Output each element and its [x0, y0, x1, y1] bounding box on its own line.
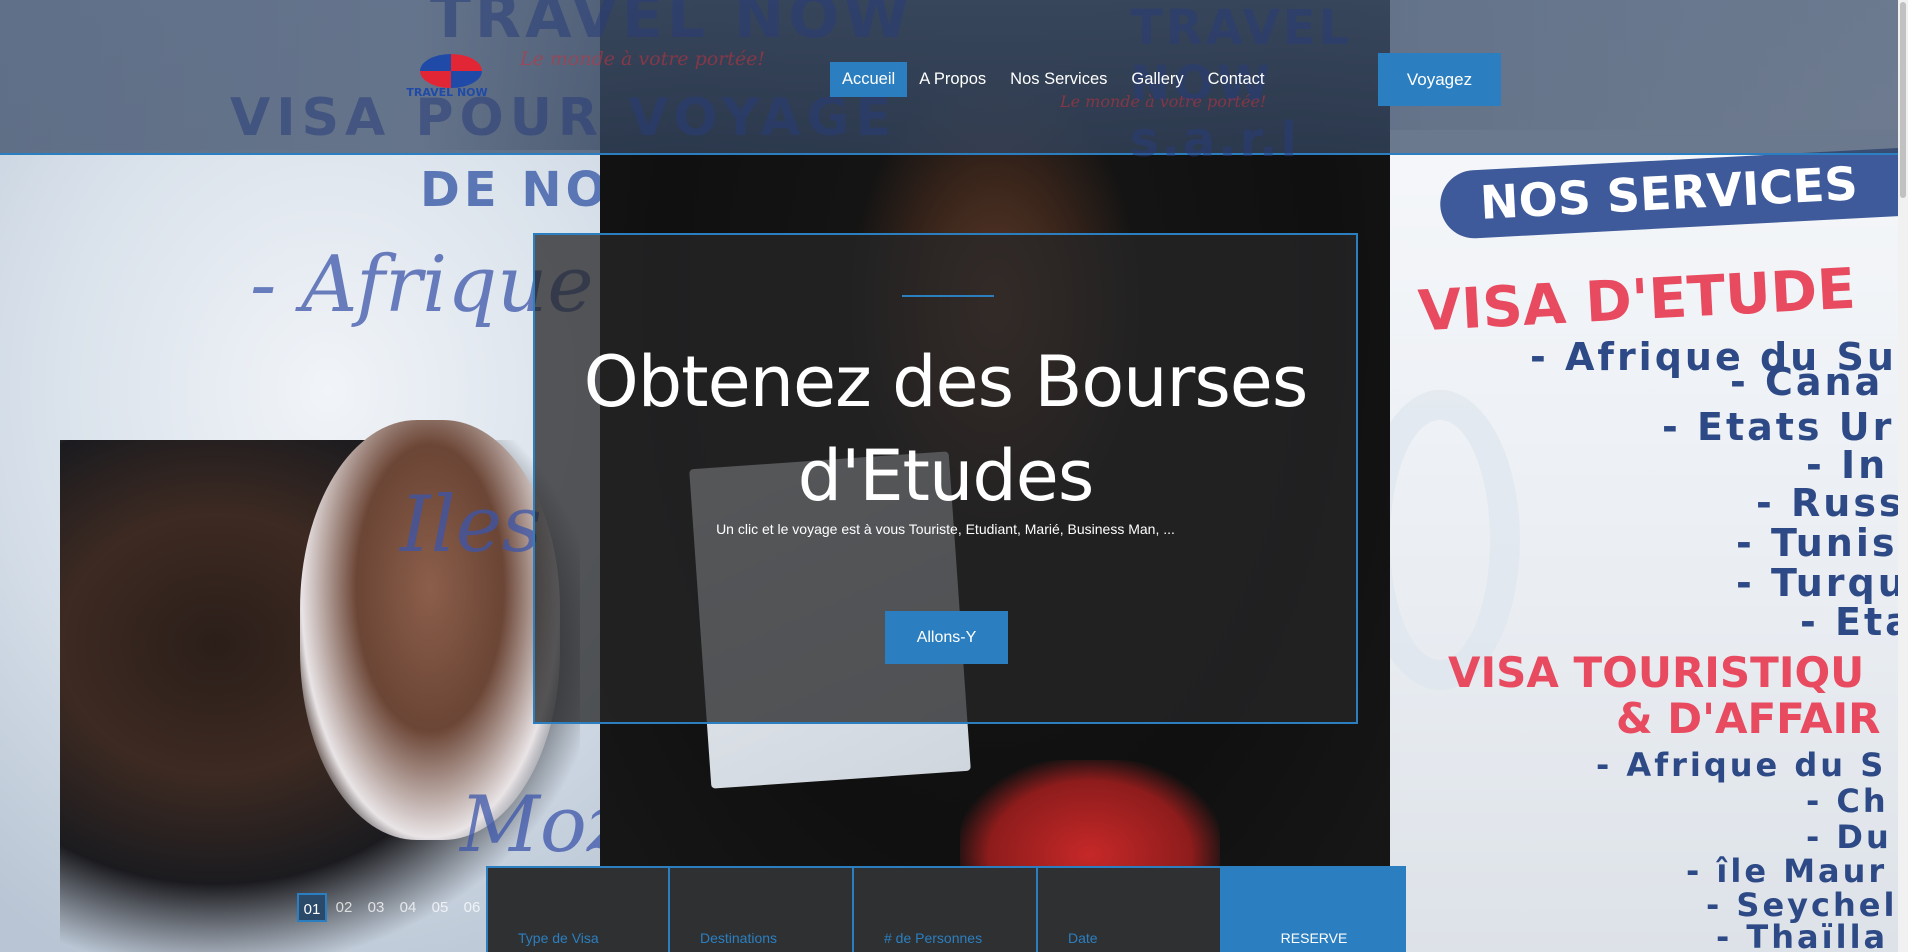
- globe-icon: [420, 54, 482, 88]
- hero-divider: [902, 295, 994, 297]
- slide-dot-05[interactable]: 05: [425, 893, 455, 922]
- banner-line: Iles: [400, 480, 542, 570]
- banner-line: - Turqu: [1736, 561, 1898, 605]
- visa-affaires-heading: & D'AFFAIR: [1616, 694, 1881, 743]
- banner-line: - Ch: [1806, 782, 1889, 820]
- banner-line: - Eta: [1800, 600, 1898, 644]
- nav-item-gallery[interactable]: Gallery: [1119, 62, 1195, 97]
- banner-line: - Tunis: [1736, 521, 1898, 565]
- slide-dot-02[interactable]: 02: [329, 893, 359, 922]
- destinations-select[interactable]: Destinations: [670, 866, 854, 952]
- banner-line: - Thaïlla: [1716, 918, 1889, 952]
- scrollbar-thumb[interactable]: [1900, 2, 1906, 198]
- poster-text: VISA POUR VOYAGE: [230, 88, 897, 148]
- field-label: Date: [1068, 930, 1098, 946]
- nav-item-nos-services[interactable]: Nos Services: [998, 62, 1119, 97]
- persons-select[interactable]: # de Personnes: [854, 866, 1038, 952]
- main-nav: Accueil A Propos Nos Services Gallery Co…: [830, 62, 1277, 97]
- banner-line: - Du: [1806, 818, 1892, 856]
- nav-item-contact[interactable]: Contact: [1196, 62, 1277, 97]
- visa-tourisme-heading: VISA TOURISTIQU: [1448, 648, 1865, 697]
- slide-dot-03[interactable]: 03: [361, 893, 391, 922]
- site-header: TRAVEL NOW VISA POUR VOYAGE TRAVEL NOW s…: [0, 0, 1898, 168]
- nav-item-accueil[interactable]: Accueil: [830, 62, 908, 97]
- page-scrollbar[interactable]: [1898, 0, 1908, 952]
- booking-form: Type de Visa Destinations # de Personnes…: [486, 866, 1406, 952]
- banner-line: - île Maur: [1686, 852, 1888, 890]
- site-logo[interactable]: TRAVEL NOW: [392, 52, 502, 102]
- hero-title: Obtenez des Bourses d'Etudes: [535, 335, 1356, 523]
- field-label: # de Personnes: [884, 930, 983, 946]
- banner-line: - Cana: [1730, 360, 1884, 404]
- field-label: Destinations: [700, 930, 778, 946]
- hero-subtitle: Un clic et le voyage est à vous Touriste…: [716, 521, 1175, 537]
- nav-item-a-propos[interactable]: A Propos: [907, 62, 998, 97]
- poster-tagline: Le monde à votre portée!: [520, 48, 766, 70]
- slider-pagination: 01 02 03 04 05 06: [297, 893, 487, 922]
- poster-text: TRAVEL NOW: [430, 0, 914, 52]
- banner-line: - Afrique du S: [1596, 746, 1887, 784]
- reserve-button[interactable]: RESERVE: [1222, 866, 1406, 952]
- slide-dot-04[interactable]: 04: [393, 893, 423, 922]
- visa-type-select[interactable]: Type de Visa: [486, 866, 670, 952]
- voyagez-button[interactable]: Voyagez: [1378, 53, 1501, 106]
- allons-y-button[interactable]: Allons-Y: [885, 611, 1008, 664]
- hero-title-line: Obtenez des Bourses: [583, 341, 1309, 423]
- date-field[interactable]: Date: [1038, 866, 1222, 952]
- hero-card: Obtenez des Bourses d'Etudes Un clic et …: [533, 233, 1358, 724]
- slide-dot-01[interactable]: 01: [297, 893, 327, 922]
- logo-text: TRAVEL NOW: [406, 86, 488, 99]
- slide-dot-06[interactable]: 06: [457, 893, 487, 922]
- field-label: Type de Visa: [518, 930, 599, 946]
- hero-title-line: d'Etudes: [797, 435, 1095, 517]
- banner-line: - Russ: [1756, 481, 1898, 525]
